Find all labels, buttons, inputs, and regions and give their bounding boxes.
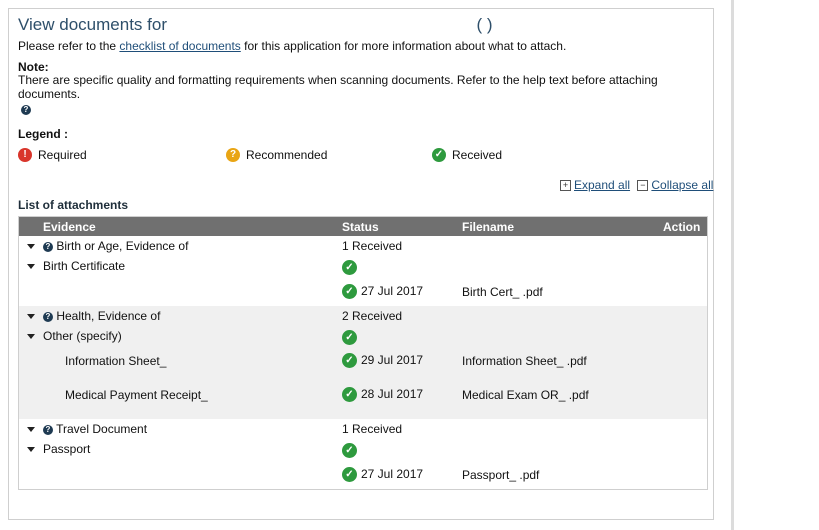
file-date: 29 Jul 2017	[361, 353, 424, 367]
col-action: Action	[663, 220, 701, 234]
file-name: Birth Cert_ .pdf	[462, 285, 543, 299]
evidence-name: Travel Document	[56, 422, 148, 436]
help-icon[interactable]: ?	[43, 311, 53, 322]
legend-received: ✓ Received	[432, 147, 502, 162]
document-type: Other (specify)	[43, 329, 122, 343]
table-header: Evidence Status Filename Action	[19, 217, 707, 236]
evidence-group: ? Health, Evidence of 2 Received Other (…	[19, 306, 707, 419]
file-date: 28 Jul 2017	[361, 387, 424, 401]
toggle-caret-icon[interactable]	[27, 314, 35, 320]
legend-recommended: ? Recommended	[226, 147, 327, 162]
expand-collapse-controls: + Expand all − Collapse all	[560, 178, 713, 192]
col-filename: Filename	[462, 220, 515, 234]
page-divider	[731, 0, 734, 530]
help-icon[interactable]: ?	[43, 424, 53, 435]
received-icon: ✓	[342, 260, 357, 276]
toggle-caret-icon[interactable]	[27, 244, 35, 250]
received-icon: ✓	[432, 147, 446, 162]
intro-text: Please refer to the checklist of documen…	[18, 39, 567, 53]
status-count: 1 Received	[342, 239, 403, 253]
checklist-link[interactable]: checklist of documents	[119, 39, 240, 53]
attachments-heading: List of attachments	[18, 198, 129, 212]
evidence-group: ? Birth or Age, Evidence of 1 Received B…	[19, 236, 707, 306]
attachment-name: Information Sheet_	[65, 354, 167, 368]
note-heading: Note:	[18, 60, 49, 74]
collapse-all-link[interactable]: Collapse all	[651, 178, 713, 192]
file-date: 27 Jul 2017	[361, 467, 424, 481]
status-count: 1 Received	[342, 422, 403, 436]
attachment-name: Medical Payment Receipt_	[65, 388, 208, 402]
help-button[interactable]: ?	[21, 102, 31, 116]
file-date: 27 Jul 2017	[361, 284, 424, 298]
evidence-name: Health, Evidence of	[56, 309, 161, 323]
received-icon: ✓	[342, 387, 357, 403]
legend-heading: Legend :	[18, 127, 68, 141]
required-icon: !	[18, 147, 32, 162]
document-type: Passport	[43, 442, 91, 456]
file-name: Information Sheet_ .pdf	[462, 354, 587, 368]
expand-all-link[interactable]: Expand all	[574, 178, 630, 192]
document-type: Birth Certificate	[43, 259, 126, 273]
documents-panel: View documents for ( ) Please refer to t…	[8, 8, 714, 520]
page-title-suffix: ( )	[476, 15, 493, 34]
file-name: Passport_ .pdf	[462, 468, 540, 482]
page-title: View documents for ( )	[18, 15, 493, 35]
help-icon[interactable]: ?	[21, 104, 31, 115]
received-icon: ✓	[342, 330, 357, 346]
toggle-caret-icon[interactable]	[27, 264, 35, 270]
toggle-caret-icon[interactable]	[27, 427, 35, 433]
evidence-name: Birth or Age, Evidence of	[56, 239, 189, 253]
redacted-name	[171, 18, 472, 33]
col-status: Status	[342, 220, 379, 234]
expand-icon[interactable]: +	[560, 180, 571, 192]
attachments-table: Evidence Status Filename Action ? Birth …	[18, 216, 708, 490]
evidence-group: ? Travel Document 1 Received Passport ✓ …	[19, 419, 707, 489]
received-icon: ✓	[342, 353, 357, 369]
page-title-text: View documents for	[18, 15, 167, 34]
file-name: Medical Exam OR_ .pdf	[462, 388, 589, 402]
collapse-icon[interactable]: −	[637, 180, 649, 192]
note-text: There are specific quality and formattin…	[18, 73, 658, 101]
status-count: 2 Received	[342, 309, 403, 323]
help-icon[interactable]: ?	[43, 241, 53, 252]
toggle-caret-icon[interactable]	[27, 334, 35, 340]
col-evidence: Evidence	[43, 220, 96, 234]
legend-required: ! Required	[18, 147, 87, 162]
recommended-icon: ?	[226, 147, 240, 162]
toggle-caret-icon[interactable]	[27, 447, 35, 453]
received-icon: ✓	[342, 284, 357, 300]
received-icon: ✓	[342, 443, 357, 459]
received-icon: ✓	[342, 467, 357, 483]
